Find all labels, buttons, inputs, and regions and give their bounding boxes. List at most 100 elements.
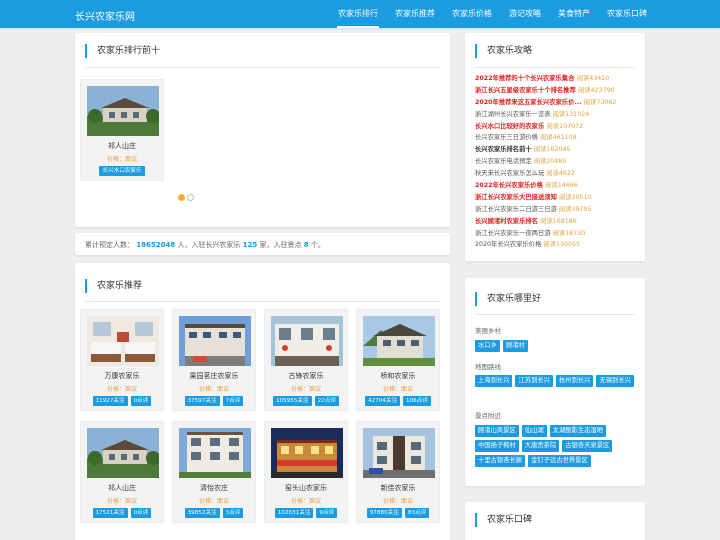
spot-tag[interactable]: 十里古银杏长廊 (475, 455, 526, 467)
spot-count: 8 (303, 241, 309, 249)
review-count-tag[interactable]: 0点评 (130, 396, 152, 406)
reviews-title: 农家乐口碑 (475, 513, 532, 527)
guide-item[interactable]: 2020年长兴农家乐价格 阅读130055 (475, 239, 640, 251)
review-count-tag[interactable]: 83点评 (404, 508, 430, 518)
nav-reviews[interactable]: 农家乐口碑 (606, 0, 648, 28)
guide-item[interactable]: 秋天来长兴农家乐怎么玩 阅读4622 (475, 168, 640, 180)
guide-item[interactable]: 浙江湖州长兴农家乐一览表 阅读131024 (475, 109, 640, 121)
stats-mid1: 人，入驻长兴农家乐 (177, 241, 241, 249)
guide-item[interactable]: 长兴农家乐电话预定 阅读20489 (475, 156, 640, 168)
review-count-tag[interactable]: 3点评 (222, 508, 244, 518)
follow-count-tag[interactable]: 17521关注 (92, 508, 128, 518)
guide-item[interactable]: 浙江长兴农家乐一夜两日游 阅读18730 (475, 228, 640, 240)
farm-price: 价格：面议 (106, 498, 137, 505)
farm-card[interactable]: 清怡农庄 价格：面议 39852关注 3点评 (172, 421, 256, 523)
guide-item[interactable]: 浙江长兴五星级农家乐十个排名推荐 阅读423790 (475, 85, 640, 97)
nav-recommend[interactable]: 农家乐推荐 (394, 0, 436, 28)
village-tags: 水口乡 顾渚村 (475, 340, 640, 352)
farm-card[interactable]: 桥和农家乐 价格：面议 42704关注 106点评 (356, 309, 440, 411)
farm-card[interactable]: 窑头山农家乐 价格：面议 102031关注 9点评 (264, 421, 348, 523)
view-count: 阅读43420 (576, 75, 610, 82)
farm-tags: 97880关注 83点评 (357, 508, 439, 518)
farm-card[interactable]: 古锋农家乐 价格：面议 105955关注 22点评 (264, 309, 348, 411)
follow-count-tag[interactable]: 102031关注 (274, 508, 314, 518)
view-count: 阅读461109 (539, 134, 577, 142)
farm-card[interactable]: 万康农家乐 价格：面议 11927关注 0点评 (80, 309, 164, 411)
spot-tag[interactable]: 大唐贡茶院 (521, 440, 560, 452)
guide-item[interactable]: 2022年推荐的十个长兴农家乐集合 阅读43420 (475, 73, 640, 85)
carousel-dot[interactable] (187, 194, 194, 201)
spot-tag[interactable]: 太湖图影生态湿地 (549, 425, 607, 437)
farm-name[interactable]: 清怡农庄 (173, 483, 255, 493)
village-tag[interactable]: 水口乡 (475, 340, 500, 352)
nav-ranking[interactable]: 农家乐排行 (337, 0, 379, 28)
farmhouse-photo[interactable] (271, 316, 343, 366)
route-tag[interactable]: 无锡到长兴 (596, 375, 634, 387)
farm-price: 价格：面议 (106, 386, 137, 393)
farmhouse-photo[interactable] (179, 316, 251, 366)
guide-item[interactable]: 2020年推荐来这五家长兴农家乐价... 阅读73062 (475, 97, 640, 109)
follow-count-tag[interactable]: 39852关注 (184, 508, 220, 518)
follow-count-tag[interactable]: 37597关注 (184, 396, 220, 406)
farm-card[interactable]: 新佳农家乐 价格：面议 97880关注 83点评 (356, 421, 440, 523)
guide-item[interactable]: 浙江长兴农家乐二日游三日游 阅读39795 (475, 204, 640, 216)
divider (475, 314, 635, 315)
guide-item[interactable]: 长兴农家乐三日游价格 阅读461109 (475, 132, 640, 144)
farm-name[interactable]: 祁人山庄 (81, 141, 163, 151)
route-tag[interactable]: 杭州到长兴 (555, 375, 594, 387)
farm-name[interactable]: 祁人山庄 (81, 483, 163, 493)
ranking-card[interactable]: 祁人山庄 价格：面议 长兴水口农家乐 (80, 79, 164, 181)
village-tag[interactable]: 顾渚村 (502, 340, 528, 352)
route-tag[interactable]: 江苏到长兴 (515, 375, 553, 387)
route-tag[interactable]: 上海到长兴 (475, 375, 513, 387)
farm-tags: 长兴水口农家乐 (81, 166, 163, 176)
guide-item[interactable]: 2022年长兴农家乐价格 阅读14696 (475, 180, 640, 192)
spot-tags: 顾渚山风景区 仙山湖 太湖图影生态湿地 中国扬子鳄村 大唐贡茶院 古银杏天泉景区… (475, 425, 640, 467)
guide-item[interactable]: 长兴水口比较好的农家乐 阅读107072 (475, 121, 640, 133)
nav-food[interactable]: 美食特产 (557, 0, 591, 28)
spot-tag[interactable]: 顾渚山风景区 (475, 425, 519, 437)
farmhouse-photo[interactable] (363, 316, 435, 366)
farm-price: 价格：面议 (198, 498, 229, 505)
review-count-tag[interactable]: 0点评 (130, 508, 152, 518)
review-count-tag[interactable]: 7点评 (222, 396, 244, 406)
farmhouse-photo[interactable] (87, 428, 159, 478)
farm-name[interactable]: 果园茗庄农家乐 (173, 371, 255, 381)
farm-tags: 39852关注 3点评 (173, 508, 255, 518)
site-brand[interactable]: 长兴农家乐网 (75, 8, 135, 23)
spot-tag[interactable]: 仙山湖 (521, 425, 547, 437)
farm-name[interactable]: 万康农家乐 (81, 371, 163, 381)
guide-item[interactable]: 浙江长兴农家乐大巴接送须知 阅读20510 (475, 192, 640, 204)
follow-count-tag[interactable]: 42704关注 (365, 396, 401, 406)
follow-count-tag[interactable]: 97880关注 (366, 508, 402, 518)
farm-name[interactable]: 窑头山农家乐 (265, 483, 347, 493)
farm-name[interactable]: 古锋农家乐 (265, 371, 347, 381)
review-count-tag[interactable]: 22点评 (314, 396, 339, 406)
farm-name[interactable]: 新佳农家乐 (357, 483, 439, 493)
spot-tag[interactable]: 金钉子远古世界景区 (528, 455, 591, 467)
guide-item[interactable]: 长兴农家乐排名前十 阅读162045 (475, 144, 640, 156)
follow-count-tag[interactable]: 11927关注 (92, 396, 128, 406)
spot-tag[interactable]: 中国扬子鳄村 (475, 440, 519, 452)
farmhouse-photo[interactable] (87, 316, 159, 366)
farmhouse-photo[interactable] (87, 86, 159, 136)
farm-tags: 105955关注 22点评 (265, 396, 347, 406)
farm-card[interactable]: 果园茗庄农家乐 价格：面议 37597关注 7点评 (172, 309, 256, 411)
view-count: 阅读14696 (545, 182, 578, 190)
carousel-dot-active[interactable] (178, 194, 185, 201)
review-count-tag[interactable]: 9点评 (316, 508, 338, 518)
farm-card[interactable]: 祁人山庄 价格：面议 17521关注 0点评 (80, 421, 164, 523)
nav-guides[interactable]: 游记攻略 (508, 0, 542, 28)
farmhouse-photo[interactable] (179, 428, 251, 478)
location-tag[interactable]: 长兴水口农家乐 (99, 166, 145, 176)
stats-mid2: 家，入驻景点 (259, 241, 302, 249)
spot-tag[interactable]: 古银杏天泉景区 (562, 440, 613, 452)
farmhouse-photo[interactable] (363, 428, 435, 478)
farmhouse-photo[interactable] (271, 428, 343, 478)
follow-count-tag[interactable]: 105955关注 (273, 396, 312, 406)
guide-item[interactable]: 长兴顾渚村农家乐排名 阅读168186 (475, 216, 640, 228)
nav-price[interactable]: 农家乐价格 (451, 0, 493, 28)
farm-name[interactable]: 桥和农家乐 (357, 371, 439, 381)
view-count: 阅读162045 (533, 146, 571, 154)
review-count-tag[interactable]: 106点评 (403, 396, 431, 406)
